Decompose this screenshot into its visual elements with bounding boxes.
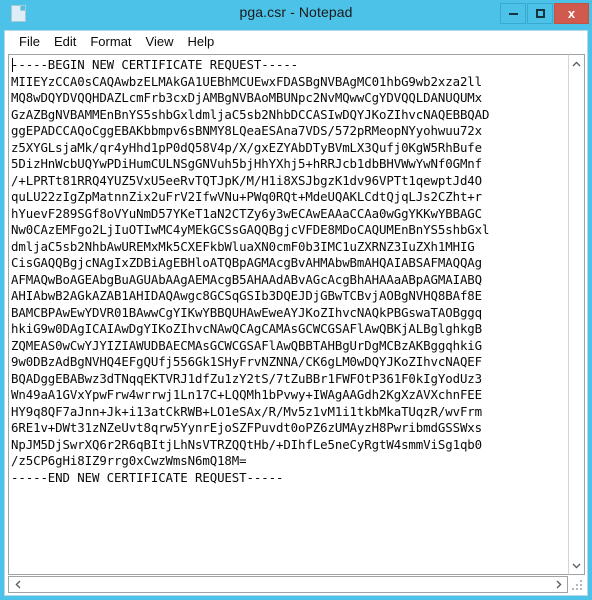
editor-region: -----BEGIN NEW CERTIFICATE REQUEST----- …: [5, 54, 587, 595]
scroll-right-button[interactable]: [550, 577, 567, 592]
menu-item-file[interactable]: File: [12, 33, 47, 51]
window-controls: x: [500, 3, 589, 24]
maximize-icon: [535, 9, 545, 18]
client-area: File Edit Format View Help -----BEGIN NE…: [4, 30, 588, 596]
chevron-down-icon: [572, 563, 581, 569]
notepad-window: pga.csr - Notepad x File Edit Format Vie…: [0, 0, 592, 600]
vertical-scrollbar[interactable]: [568, 54, 585, 575]
menu-item-view[interactable]: View: [139, 33, 181, 51]
scroll-down-button[interactable]: [569, 557, 584, 574]
menu-item-format[interactable]: Format: [83, 33, 138, 51]
editor-row: -----BEGIN NEW CERTIFICATE REQUEST----- …: [8, 54, 585, 575]
minimize-icon: [508, 12, 518, 15]
chevron-right-icon: [556, 580, 562, 589]
resize-grip[interactable]: [568, 576, 585, 593]
title-bar[interactable]: pga.csr - Notepad x: [0, 0, 592, 30]
menu-bar: File Edit Format View Help: [5, 31, 587, 54]
menu-item-help[interactable]: Help: [180, 33, 221, 51]
text-caret: [12, 58, 13, 72]
minimize-button[interactable]: [500, 3, 526, 24]
close-button[interactable]: x: [554, 3, 589, 24]
horizontal-scroll-track[interactable]: [26, 577, 550, 592]
certificate-request-text: -----BEGIN NEW CERTIFICATE REQUEST----- …: [11, 57, 490, 485]
vertical-scroll-track[interactable]: [569, 72, 584, 557]
chevron-left-icon: [14, 580, 20, 589]
scroll-left-button[interactable]: [9, 577, 26, 592]
resize-grip-icon: [572, 580, 582, 590]
scroll-up-button[interactable]: [569, 55, 584, 72]
horizontal-scrollbar[interactable]: [8, 576, 568, 593]
chevron-up-icon: [572, 60, 581, 66]
horizontal-scrollbar-row: [8, 576, 585, 593]
menu-item-edit[interactable]: Edit: [47, 33, 83, 51]
text-editor[interactable]: -----BEGIN NEW CERTIFICATE REQUEST----- …: [8, 54, 568, 575]
maximize-button[interactable]: [527, 3, 553, 24]
